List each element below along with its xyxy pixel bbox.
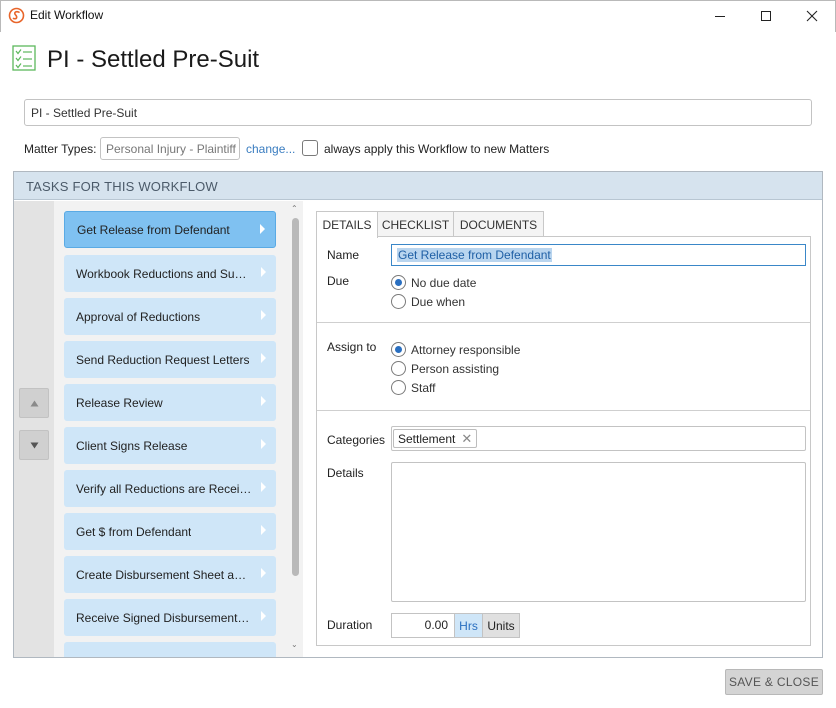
task-item[interactable]: Get $ from Defendant <box>64 513 276 550</box>
assign-attorney-radio[interactable]: Attorney responsible <box>391 342 520 357</box>
task-item[interactable]: Workbook Reductions and Subm... <box>64 255 276 292</box>
due-when-label: Due when <box>411 294 466 309</box>
task-item[interactable]: Release Review <box>64 384 276 421</box>
tab-documents[interactable]: DOCUMENTS <box>453 211 544 237</box>
task-item-label: Client Signs Release <box>76 438 188 453</box>
task-name-value: Get Release from Defendant <box>397 248 552 262</box>
section-divider <box>317 322 810 323</box>
move-task-down-button[interactable] <box>19 430 49 460</box>
hrs-toggle[interactable]: Hrs <box>454 613 483 638</box>
maximize-button[interactable] <box>743 0 789 31</box>
close-icon <box>806 10 818 21</box>
details-textarea[interactable] <box>391 462 806 602</box>
tab-checklist[interactable]: CHECKLIST <box>377 211 454 237</box>
triangle-down-icon <box>30 442 38 448</box>
task-item[interactable]: Send Reduction Request Letters <box>64 341 276 378</box>
page-title: PI - Settled Pre-Suit <box>47 46 260 73</box>
task-item-label: Get Release from Defendant <box>77 222 230 237</box>
due-label: Due <box>327 274 350 288</box>
radio-unchecked-icon <box>391 294 406 309</box>
task-list: Get Release from Defendant Workbook Redu… <box>54 201 288 657</box>
chevron-right-icon <box>261 267 266 277</box>
chevron-right-icon <box>261 482 266 492</box>
units-toggle[interactable]: Units <box>482 613 520 638</box>
radio-checked-icon <box>391 275 406 290</box>
assign-staff-radio[interactable]: Staff <box>391 380 435 395</box>
task-item[interactable]: Client Signs Release <box>64 427 276 464</box>
task-item[interactable] <box>64 642 276 657</box>
checklist-icon <box>12 45 36 71</box>
task-name-label: Name <box>327 248 360 262</box>
save-close-button[interactable]: SAVE & CLOSE <box>725 669 823 695</box>
triangle-up-icon <box>30 400 38 406</box>
task-item-label: Verify all Reductions are Receive... <box>76 481 252 496</box>
maximize-icon <box>761 10 771 21</box>
tab-details[interactable]: DETAILS <box>316 211 378 238</box>
task-item[interactable]: Create Disbursement Sheet and... <box>64 556 276 593</box>
chevron-right-icon <box>261 525 266 535</box>
radio-checked-icon <box>391 342 406 357</box>
category-tag-label: Settlement <box>398 431 456 446</box>
chevron-right-icon <box>261 568 266 578</box>
workflow-name-input[interactable] <box>24 99 812 126</box>
task-item[interactable]: Get Release from Defendant <box>64 211 276 248</box>
task-item[interactable]: Verify all Reductions are Receive... <box>64 470 276 507</box>
always-apply-label[interactable]: always apply this Workflow to new Matter… <box>324 142 549 156</box>
radio-unchecked-icon <box>391 361 406 376</box>
task-item-label: Get $ from Defendant <box>76 524 192 539</box>
chevron-right-icon <box>261 396 266 406</box>
minimize-icon <box>715 15 725 17</box>
section-divider <box>317 410 810 411</box>
task-item-label: Release Review <box>76 395 163 410</box>
task-item-label: Workbook Reductions and Subm... <box>76 266 252 281</box>
duration-label: Duration <box>327 618 373 632</box>
chevron-right-icon <box>261 353 266 363</box>
due-none-label: No due date <box>411 275 477 290</box>
task-item-label: Create Disbursement Sheet and... <box>76 567 252 582</box>
minimize-button[interactable] <box>697 0 743 31</box>
task-name-input[interactable]: Get Release from Defendant <box>391 244 806 266</box>
task-item-label: Approval of Reductions <box>76 309 201 324</box>
scrollbar-thumb[interactable] <box>292 218 299 576</box>
window-title: Edit Workflow <box>30 8 104 22</box>
assign-person-radio[interactable]: Person assisting <box>391 361 499 376</box>
app-logo-icon <box>8 7 25 24</box>
scroll-down-icon[interactable]: ⌄ <box>291 640 298 649</box>
scroll-up-icon[interactable]: ⌃ <box>291 204 298 213</box>
matter-types-field[interactable]: Personal Injury - Plaintiff <box>100 137 240 160</box>
change-matter-types-link[interactable]: change... <box>246 142 295 156</box>
matter-types-label: Matter Types: <box>24 142 97 156</box>
chevron-right-icon <box>261 310 266 320</box>
always-apply-checkbox[interactable] <box>302 140 318 156</box>
assign-staff-label: Staff <box>411 380 436 395</box>
chevron-right-icon <box>261 611 266 621</box>
reorder-gutter <box>14 201 54 657</box>
chevron-right-icon <box>260 224 265 234</box>
due-when-radio[interactable]: Due when <box>391 294 465 309</box>
chevron-right-icon <box>261 439 266 449</box>
task-item-label: Send Reduction Request Letters <box>76 352 250 367</box>
due-none-radio[interactable]: No due date <box>391 275 476 290</box>
task-item[interactable]: Approval of Reductions <box>64 298 276 335</box>
assign-attorney-label: Attorney responsible <box>411 342 521 357</box>
task-item-label: Receive Signed Disbursement Sh... <box>76 610 252 625</box>
assign-person-label: Person assisting <box>411 361 500 376</box>
task-item[interactable]: Receive Signed Disbursement Sh... <box>64 599 276 636</box>
category-tag: Settlement ✕ <box>393 429 478 448</box>
details-label: Details <box>327 466 364 480</box>
duration-input[interactable]: 0.00 <box>391 613 454 638</box>
move-task-up-button[interactable] <box>19 388 49 418</box>
radio-unchecked-icon <box>391 380 406 395</box>
tasks-section-title: TASKS FOR THIS WORKFLOW <box>26 179 218 194</box>
assign-to-label: Assign to <box>327 340 377 354</box>
close-button[interactable] <box>789 0 835 31</box>
categories-label: Categories <box>327 433 386 447</box>
remove-tag-icon[interactable]: ✕ <box>461 432 472 445</box>
